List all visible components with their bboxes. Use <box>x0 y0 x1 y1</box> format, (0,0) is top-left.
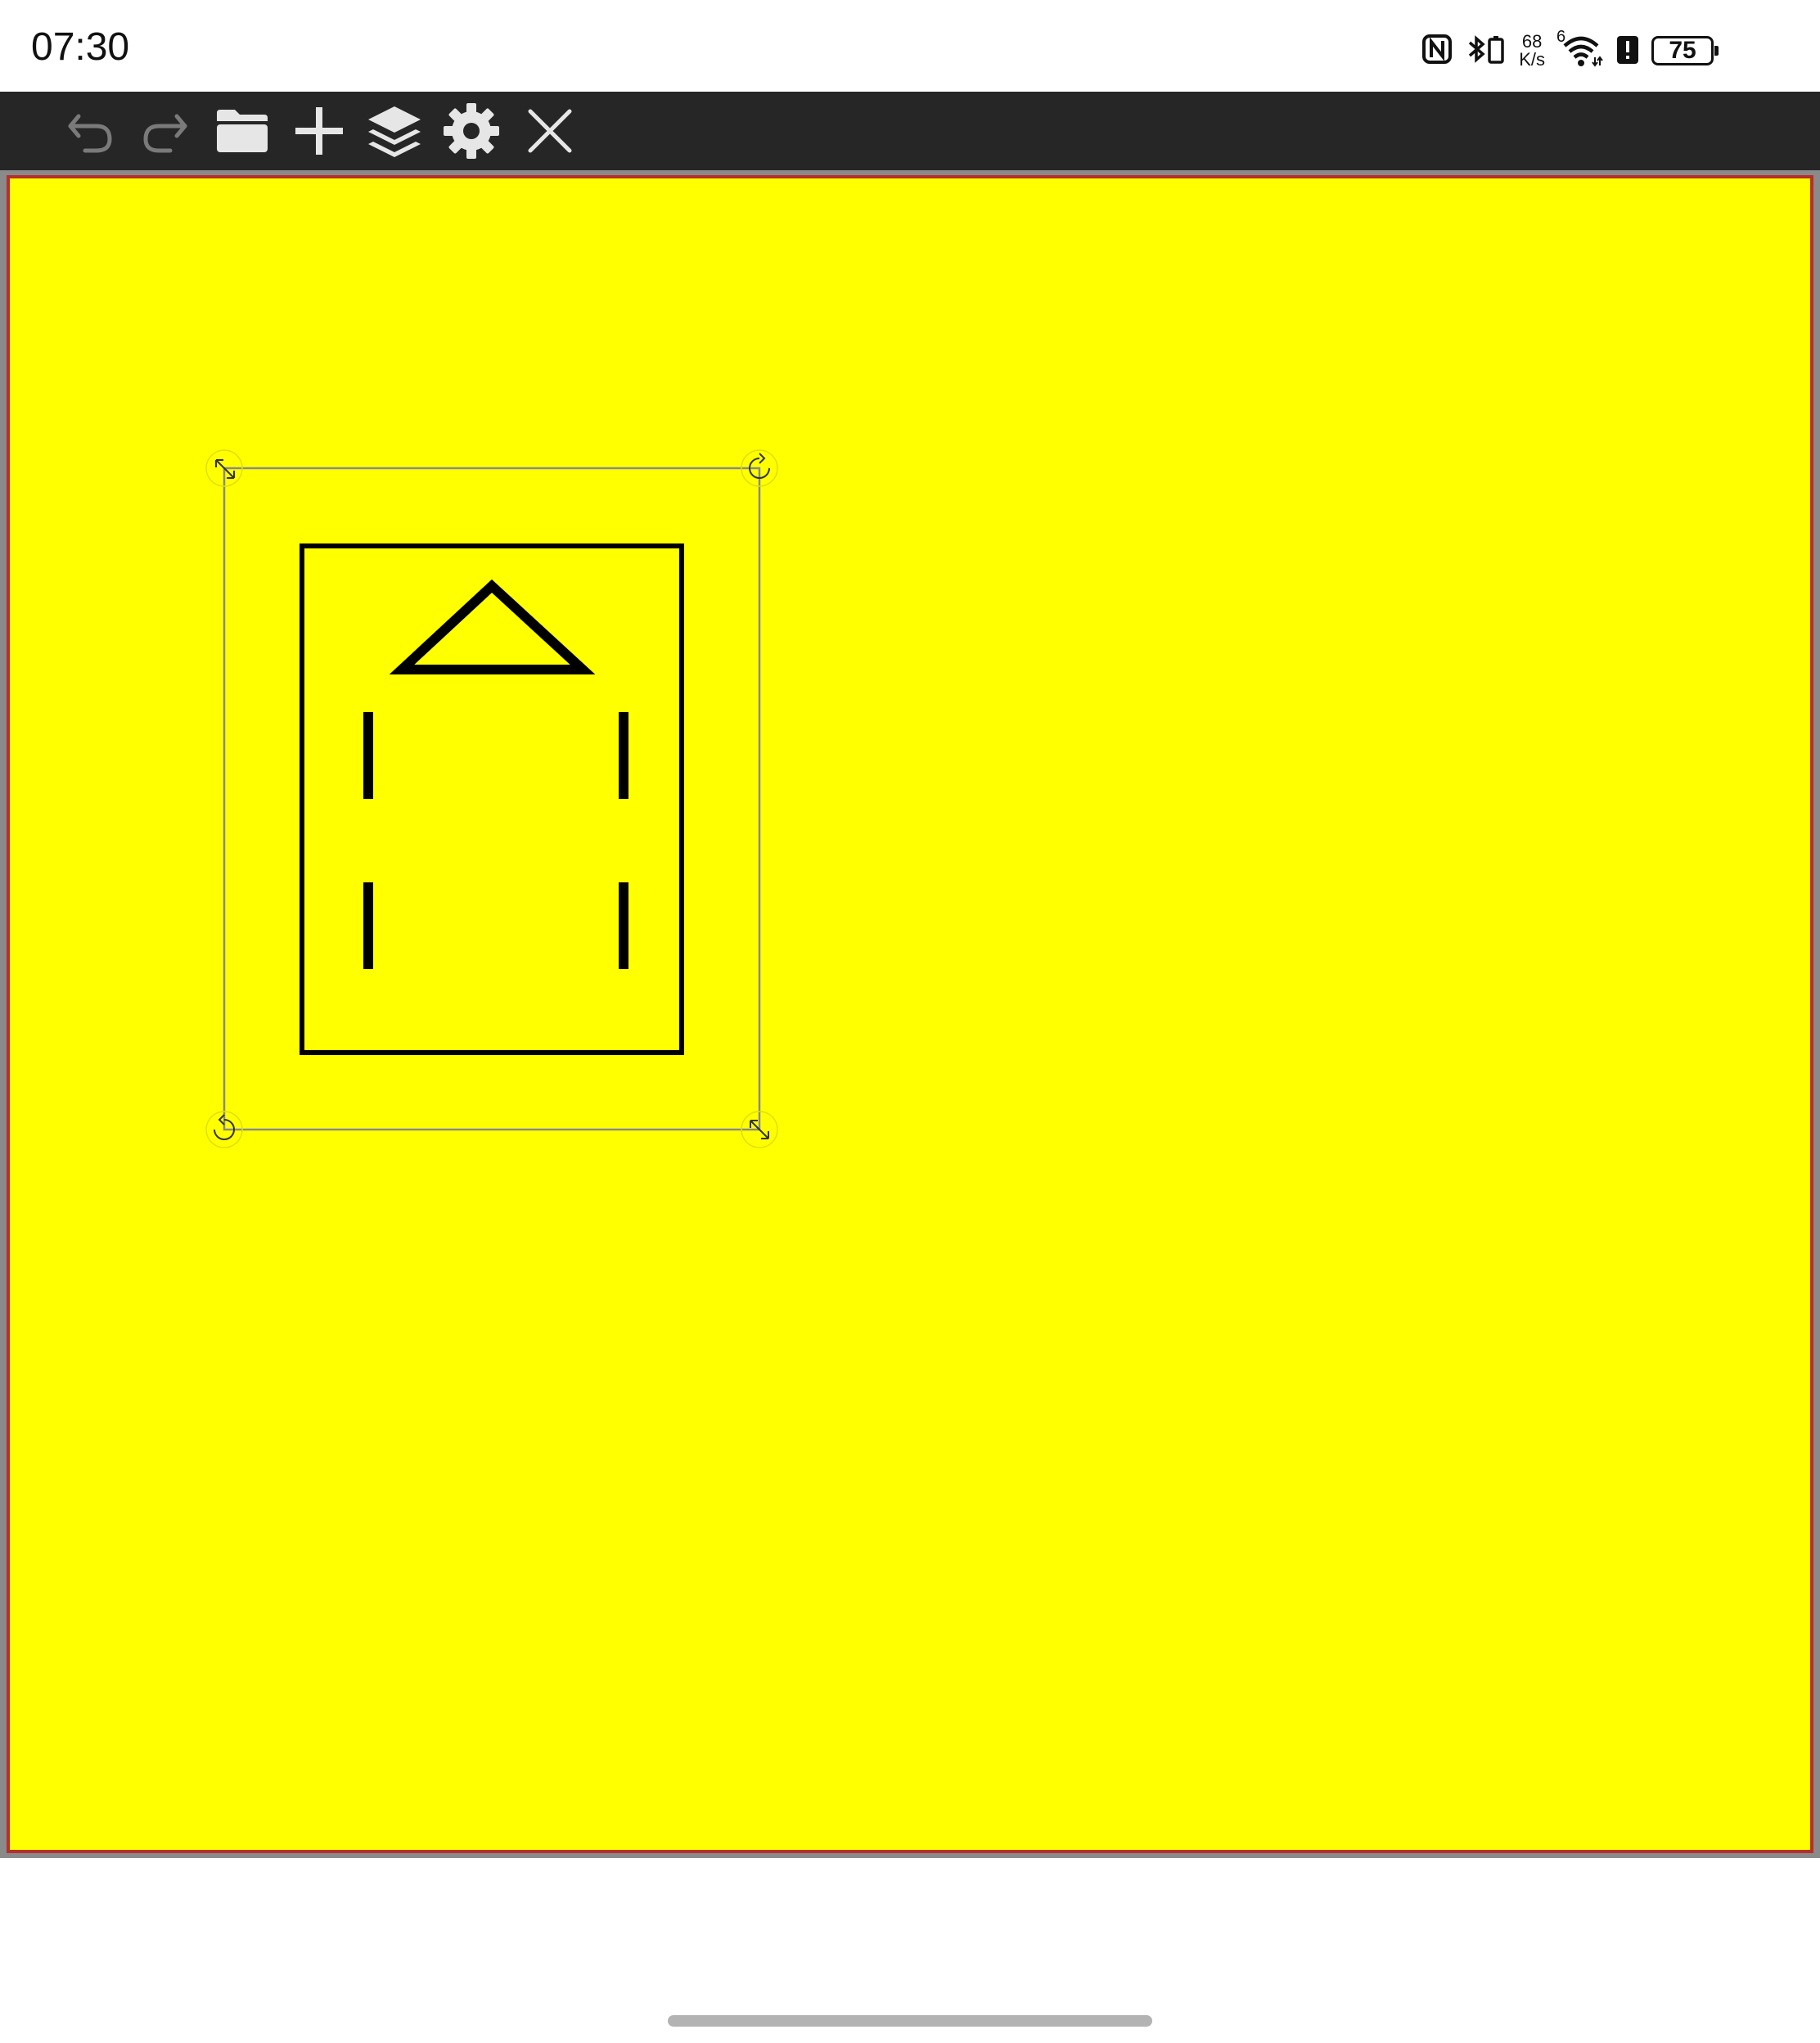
settings-button[interactable] <box>440 101 502 164</box>
bluetooth-battery-icon <box>1465 33 1507 70</box>
drawing-canvas[interactable] <box>7 175 1813 1853</box>
status-icons: 68 K/s 6 75 <box>1421 28 1719 74</box>
status-time: 07:30 <box>31 25 130 69</box>
toolbar <box>0 92 1820 170</box>
add-button[interactable] <box>288 101 350 164</box>
selected-shape[interactable] <box>300 543 684 1055</box>
nfc-icon <box>1421 33 1453 70</box>
folder-icon <box>214 105 271 161</box>
network-speed-unit: K/s <box>1519 49 1545 70</box>
network-speed: 68 K/s <box>1519 33 1545 69</box>
status-bar: 07:30 68 K/s 6 75 <box>0 0 1820 92</box>
plus-icon <box>292 104 346 162</box>
open-file-button[interactable] <box>211 101 273 164</box>
undo-button[interactable] <box>59 101 121 164</box>
layers-button[interactable] <box>363 101 426 164</box>
undo-icon <box>64 105 116 161</box>
close-icon <box>525 106 574 160</box>
shape-dash-right-bottom <box>619 882 628 969</box>
gear-icon <box>442 101 501 165</box>
canvas-frame <box>0 170 1820 1858</box>
network-speed-value: 68 <box>1521 31 1543 52</box>
shape-triangle <box>389 579 596 674</box>
shape-outline-rectangle <box>300 543 684 1055</box>
home-indicator[interactable] <box>668 2015 1152 2027</box>
alert-icon <box>1615 33 1640 70</box>
shape-dash-right-top <box>619 712 628 799</box>
redo-icon <box>139 105 191 161</box>
shape-dash-left-bottom <box>363 882 373 969</box>
shape-dash-left-top <box>363 712 373 799</box>
redo-button[interactable] <box>134 101 196 164</box>
wifi-icon: 6 <box>1556 28 1604 69</box>
layers-icon <box>365 103 424 163</box>
selection-box[interactable] <box>223 467 761 1131</box>
battery-indicator: 75 <box>1651 36 1719 65</box>
close-button[interactable] <box>519 101 581 164</box>
